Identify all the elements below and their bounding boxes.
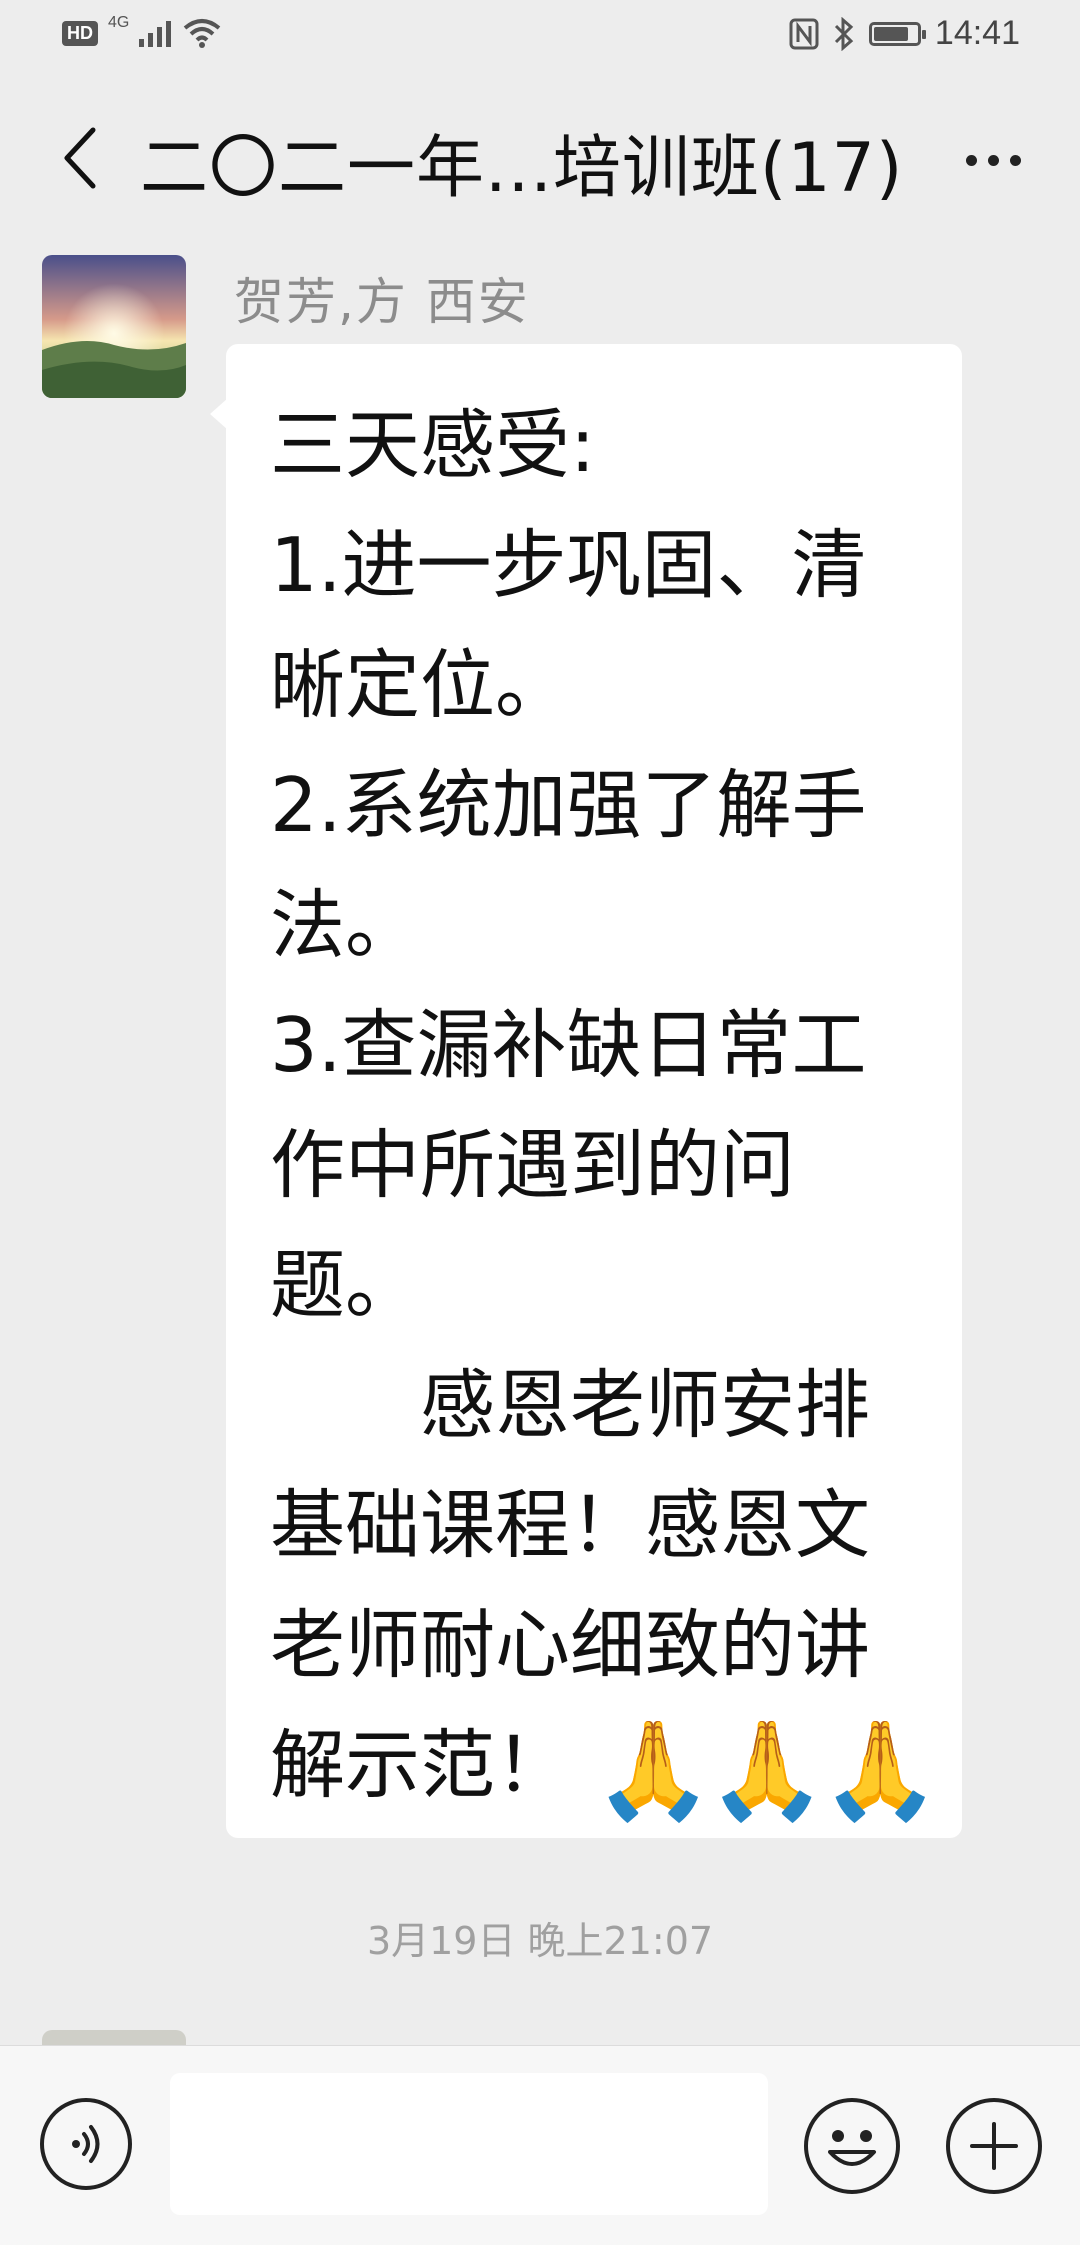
bluetooth-icon [834, 16, 854, 51]
message-line: 3.查漏补缺日常工 [270, 1001, 867, 1089]
signal-icon [139, 21, 172, 47]
more-dot [1009, 154, 1021, 166]
nfc-icon [789, 18, 819, 49]
more-button[interactable] [948, 120, 1038, 200]
message-line: 法。 [270, 881, 421, 969]
message-line: 解示范！ [270, 1721, 571, 1809]
status-bar: HD 4G 14:41 [0, 0, 1080, 75]
smiley-icon [828, 2130, 876, 2166]
message-line: 1.进一步巩固、清 [270, 521, 867, 609]
emoji-button[interactable] [804, 2098, 900, 2194]
more-dot [987, 154, 999, 166]
sender-name: 贺芳,方 西安 [234, 273, 530, 331]
battery-fill [873, 26, 908, 41]
battery-icon [868, 21, 926, 46]
voice-button[interactable] [40, 2098, 132, 2190]
message-line: 基础课程！感恩文 [270, 1481, 871, 1569]
hd-badge: HD [62, 20, 98, 46]
back-button[interactable] [44, 118, 114, 198]
plus-icon [970, 2122, 1018, 2170]
message-line: 老师耐心细致的讲 [270, 1601, 871, 1689]
message-input[interactable] [170, 2073, 768, 2215]
message-line: 2.系统加强了解手 [270, 761, 867, 849]
avatar-landscape-image [42, 255, 186, 398]
message-line: 晰定位。 [270, 641, 571, 729]
message-line-last: 解示范！ 🙏🙏🙏 [270, 1705, 940, 1825]
message-line: 题。 [270, 1241, 421, 1329]
status-left: HD 4G [62, 14, 221, 48]
message-line: 感恩老师安排 [270, 1361, 871, 1449]
chat-title: 二〇二一年...培训班(17) [140, 129, 904, 208]
input-bar [0, 2045, 1080, 2245]
status-right: 14:41 [789, 14, 1020, 53]
message-line: 三天感受: [270, 401, 596, 489]
voice-icon [72, 2125, 100, 2163]
folded-hands-emoji: 🙏🙏🙏 [593, 1714, 941, 1827]
network-type: 4G [108, 14, 130, 31]
message-timestamp: 3月19日 晚上21:07 [366, 1919, 714, 1963]
message-text: 三天感受: 1.进一步巩固、清 晰定位。 2.系统加强了解手 法。 3.查漏补缺… [270, 385, 940, 1825]
chat-header: 二〇二一年...培训班(17) [0, 90, 1080, 230]
plus-button[interactable] [946, 2098, 1042, 2194]
wifi-icon [184, 19, 221, 48]
avatar[interactable] [42, 255, 186, 398]
message-line: 作中所遇到的问 [270, 1121, 796, 1209]
chevron-left-icon [64, 127, 96, 189]
status-time: 14:41 [934, 14, 1020, 52]
more-dots-icon [965, 154, 977, 166]
